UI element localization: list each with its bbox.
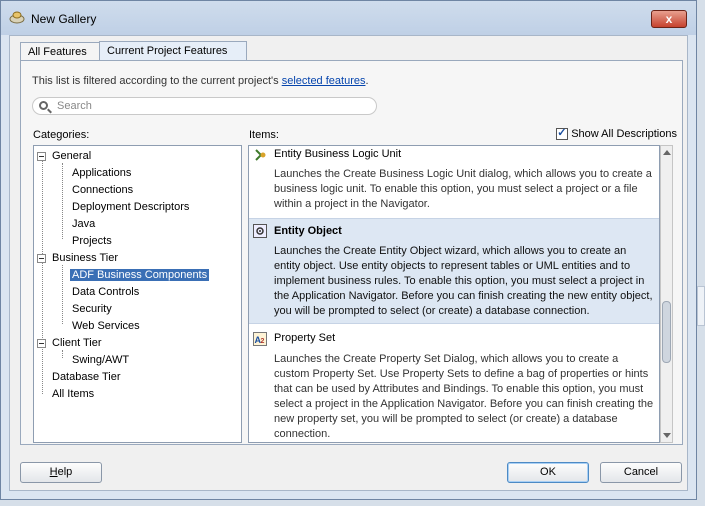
list-item-entity-business-logic-unit[interactable]: Entity Business Logic Unit Launches the … [249, 146, 659, 216]
tree-node-deployment-descriptors[interactable]: Deployment Descriptors [72, 199, 189, 216]
ok-button[interactable]: OK [507, 462, 589, 483]
tree-guide-line [62, 163, 63, 239]
tree-node-java[interactable]: Java [72, 216, 95, 233]
help-button[interactable]: Help [20, 462, 102, 483]
tree-node-all-items[interactable]: All Items [52, 386, 94, 403]
item-description-line: you will be prompted to select (or creat… [274, 305, 590, 317]
tree-node-adf-business-components[interactable]: ADF Business Components [70, 267, 210, 284]
tree-node-label-selected: ADF Business Components [70, 269, 210, 281]
title-bar[interactable]: New Gallery x [1, 1, 696, 35]
item-description-line: implement business rules. To enable this… [274, 275, 645, 287]
scroll-thumb[interactable] [662, 301, 671, 363]
close-button[interactable]: x [651, 10, 687, 28]
items-label: Items: [249, 129, 279, 141]
dialog-body: All Features Current Project Features Th… [9, 35, 688, 491]
item-description-line: Launches the Create Entity Object wizard… [274, 245, 627, 257]
filter-notice: This list is filtered according to the c… [32, 75, 369, 87]
collapse-icon[interactable] [37, 254, 46, 263]
filter-notice-text: This list is filtered according to the c… [32, 75, 282, 87]
background-window-edge [697, 286, 705, 326]
item-description-line: select a project in the Application Navi… [274, 398, 654, 410]
tab-all-features[interactable]: All Features [20, 42, 101, 60]
scroll-down-icon[interactable] [663, 433, 671, 438]
tree-guide-line [42, 158, 43, 394]
item-description-line: entity object. Use entity objects to rep… [274, 260, 631, 272]
entity-object-icon [253, 224, 267, 238]
search-input[interactable]: Search [32, 97, 377, 115]
cancel-button[interactable]: Cancel [600, 462, 682, 483]
item-description-line: business logic unit. To enable this opti… [274, 183, 638, 195]
help-mnemonic: H [49, 466, 58, 478]
close-icon: x [665, 12, 673, 26]
item-description: Launches the Create Business Logic Unit … [274, 167, 656, 212]
tree-node-web-services[interactable]: Web Services [72, 318, 140, 335]
item-description-line: Launches the Create Business Logic Unit … [274, 168, 652, 180]
item-description-line: the Application Navigator. Before you ca… [274, 290, 653, 302]
collapse-icon[interactable] [37, 339, 46, 348]
search-placeholder: Search [57, 100, 92, 112]
item-description: Launches the Create Entity Object wizard… [274, 244, 656, 319]
item-title: Entity Business Logic Unit [274, 148, 402, 160]
collapse-icon[interactable] [37, 152, 46, 161]
item-description-line: connection. [274, 428, 331, 440]
item-description: Launches the Create Property Set Dialog,… [274, 352, 656, 442]
help-label: elp [57, 466, 73, 478]
scroll-up-icon[interactable] [663, 150, 671, 155]
business-logic-icon [255, 149, 266, 161]
tree-node-database-tier[interactable]: Database Tier [52, 369, 120, 386]
tree-node-label: Business Tier [52, 252, 119, 264]
tree-node-label: Client Tier [52, 337, 102, 349]
gallery-split-pane: Categories: Items: Show All Descriptions… [32, 126, 680, 444]
items-scrollbar[interactable] [660, 145, 673, 443]
categories-tree[interactable]: General Applications Connections Deploym… [33, 145, 242, 443]
item-title: Property Set [274, 332, 336, 344]
item-description-line: Launches the Create Property Set Dialog,… [274, 353, 619, 365]
list-item-property-set[interactable]: A 2 Property Set Launches the Create Pro… [249, 326, 659, 442]
property-set-icon: A 2 [253, 332, 267, 346]
tree-node-projects[interactable]: Projects [72, 233, 112, 250]
tree-guide-line [62, 265, 63, 324]
svg-text:2: 2 [261, 338, 265, 345]
list-item-entity-object[interactable]: Entity Object Launches the Create Entity… [249, 218, 659, 324]
tree-node-applications[interactable]: Applications [72, 165, 131, 182]
categories-label: Categories: [33, 129, 90, 141]
tree-node-label: General [52, 150, 92, 162]
app-icon [9, 11, 25, 24]
items-list[interactable]: Entity Business Logic Unit Launches the … [248, 145, 660, 443]
selected-features-link[interactable]: selected features [282, 75, 366, 87]
tree-node-data-controls[interactable]: Data Controls [72, 284, 139, 301]
tree-node-connections[interactable]: Connections [72, 182, 133, 199]
filter-notice-suffix: . [365, 75, 369, 87]
tab-panel: This list is filtered according to the c… [20, 60, 683, 445]
window-title: New Gallery [31, 12, 97, 26]
item-description-line: custom Property Set. Use Property Sets t… [274, 368, 649, 380]
show-all-descriptions-label: Show All Descriptions [571, 128, 677, 140]
tab-current-project-features[interactable]: Current Project Features [99, 41, 247, 61]
search-icon [39, 101, 48, 110]
checkbox-checked-icon[interactable] [556, 126, 569, 140]
tree-node-swing-awt[interactable]: Swing/AWT [72, 352, 129, 369]
item-description-line: that can be used by Attributes and Bindi… [274, 383, 644, 395]
new-gallery-dialog: New Gallery x All Features Current Proje… [0, 0, 697, 500]
item-description-line: new property set, you will be prompted t… [274, 413, 618, 425]
item-title: Entity Object [274, 225, 342, 237]
show-all-descriptions-checkbox[interactable]: Show All Descriptions [556, 126, 677, 140]
item-description-line: within a project in the Navigator. [274, 198, 430, 210]
tree-node-security[interactable]: Security [72, 301, 112, 318]
